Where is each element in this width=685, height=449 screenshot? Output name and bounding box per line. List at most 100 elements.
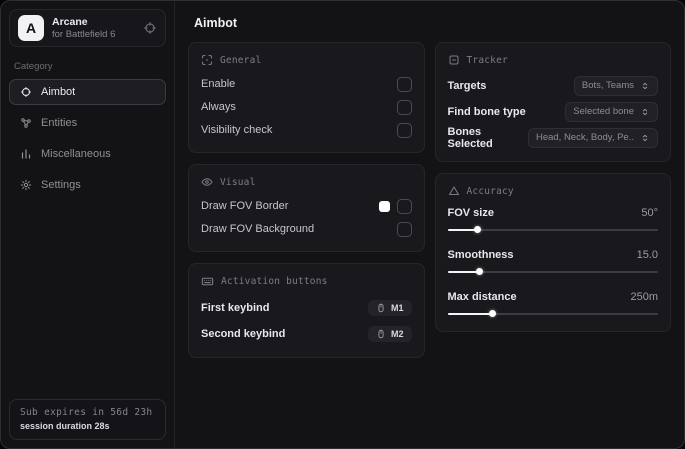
setting-label: Max distance: [447, 291, 517, 303]
app-subtitle: for Battlefield 6: [52, 28, 116, 40]
sidebar: A Arcane for Battlefield 6 Category Aimb…: [1, 1, 175, 448]
fov-size-setting: FOV size 50°: [447, 204, 658, 234]
sidebar-item-miscellaneous[interactable]: Miscellaneous: [9, 141, 166, 167]
enable-checkbox[interactable]: [396, 76, 412, 92]
second-keybind-button[interactable]: M2: [367, 325, 412, 342]
sidebar-item-label: Aimbot: [41, 86, 76, 98]
card-title: General: [220, 54, 262, 66]
mouse-icon: [376, 303, 386, 313]
main-content: Aimbot General Enable Always Visibility …: [175, 1, 684, 448]
smoothness-setting: Smoothness 15.0: [447, 246, 658, 276]
setting-row: Visibility check: [201, 119, 412, 141]
slider-thumb[interactable]: [476, 268, 484, 275]
category-label: Category: [14, 61, 53, 72]
select-value: Bots, Teams: [581, 80, 634, 91]
smoothness-slider[interactable]: [447, 267, 658, 276]
sidebar-nav: Aimbot Entities Miscellaneous Settings: [9, 79, 166, 198]
fov-size-slider[interactable]: [447, 225, 658, 234]
setting-label: Draw FOV Background: [201, 223, 315, 235]
setting-label: Smoothness: [447, 249, 514, 261]
draw-fov-background-checkbox[interactable]: [396, 221, 412, 237]
setting-row: Draw FOV Border: [201, 195, 412, 217]
setting-label: Bones Selected: [447, 125, 493, 150]
slider-fill: [447, 312, 492, 315]
app-window: A Arcane for Battlefield 6 Category Aimb…: [0, 0, 685, 449]
sidebar-item-settings[interactable]: Settings: [9, 172, 166, 198]
app-meta: Arcane for Battlefield 6: [52, 16, 135, 41]
card-title: Accuracy: [466, 185, 514, 197]
setting-label: Visibility check: [201, 124, 273, 136]
crosshair-icon[interactable]: [143, 21, 157, 35]
visual-card-header: Visual: [201, 176, 412, 188]
card-title: Activation buttons: [221, 276, 328, 287]
slider-thumb[interactable]: [473, 226, 481, 233]
tracker-card: Tracker Targets Bots, Teams Find bone ty…: [434, 42, 671, 162]
card-title: Visual: [220, 176, 256, 188]
setting-value: 15.0: [636, 249, 658, 261]
setting-row: Second keybind M2: [201, 321, 412, 346]
gear-icon: [20, 179, 32, 191]
bones-selected-select[interactable]: Head, Neck, Body, Pe..: [527, 127, 658, 148]
always-checkbox[interactable]: [396, 99, 412, 115]
visibility-check-checkbox[interactable]: [396, 122, 412, 138]
setting-row: Always: [201, 96, 412, 118]
select-value: Selected bone: [573, 106, 634, 117]
slider-fill: [447, 228, 477, 231]
setting-label: Draw FOV Border: [201, 200, 289, 212]
bars-icon: [20, 148, 32, 160]
tracker-card-header: Tracker: [448, 54, 659, 66]
activation-card-header: Activation buttons: [201, 275, 412, 288]
crosshair-icon: [20, 86, 32, 98]
sidebar-item-aimbot[interactable]: Aimbot: [9, 79, 166, 105]
setting-row: First keybind M1: [201, 295, 412, 320]
find-bone-type-select[interactable]: Selected bone: [565, 101, 658, 122]
keybind-value: M2: [390, 328, 404, 339]
setting-value: 50°: [641, 207, 658, 219]
fov-border-color-swatch[interactable]: [378, 200, 390, 212]
select-value: Head, Neck, Body, Pe..: [535, 132, 634, 143]
sub-expiry-text: Sub expires in 56d 23h: [20, 407, 153, 418]
chevrons-up-down-icon: [640, 81, 650, 91]
visual-card: Visual Draw FOV Border Draw FOV Backgrou…: [188, 164, 425, 252]
app-name: Arcane: [52, 15, 88, 28]
targets-select[interactable]: Bots, Teams: [573, 75, 658, 96]
sidebar-item-entities[interactable]: Entities: [9, 110, 166, 136]
general-card-header: General: [201, 54, 412, 66]
setting-row: Bones Selected Head, Neck, Body, Pe..: [447, 125, 658, 150]
app-logo-letter: A: [25, 20, 37, 36]
eye-icon: [201, 176, 213, 188]
accuracy-card: Accuracy FOV size 50° Smoothness 15.0 Ma…: [434, 173, 671, 332]
sidebar-item-label: Entities: [41, 117, 78, 129]
entities-icon: [20, 117, 32, 129]
keybind-value: M1: [390, 302, 404, 313]
setting-row: Draw FOV Background: [201, 218, 412, 240]
draw-fov-border-checkbox[interactable]: [396, 198, 412, 214]
sidebar-item-label: Miscellaneous: [41, 148, 111, 160]
focus-icon: [201, 54, 213, 66]
app-logo: A: [18, 15, 44, 41]
max-distance-setting: Max distance 250m: [447, 288, 658, 318]
subscription-status: Sub expires in 56d 23h session duration …: [9, 399, 166, 440]
app-header: A Arcane for Battlefield 6: [9, 9, 166, 47]
mouse-icon: [376, 329, 386, 339]
setting-row: Enable: [201, 73, 412, 95]
card-title: Tracker: [466, 54, 508, 66]
page-title: Aimbot: [194, 16, 238, 30]
max-distance-slider[interactable]: [447, 309, 658, 318]
keyboard-icon: [201, 275, 214, 288]
slider-thumb[interactable]: [488, 310, 496, 317]
general-card: General Enable Always Visibility check: [188, 42, 425, 153]
first-keybind-button[interactable]: M1: [367, 299, 412, 316]
triangle-icon: [448, 185, 460, 197]
activation-buttons-card: Activation buttons First keybind M1 Seco…: [188, 263, 425, 358]
accuracy-card-header: Accuracy: [448, 185, 659, 197]
slider-fill: [447, 270, 480, 273]
chevrons-up-down-icon: [640, 107, 650, 117]
setting-label: Find bone type: [447, 105, 526, 118]
square-minus-icon: [448, 54, 460, 66]
setting-label: Always: [201, 101, 236, 113]
right-column: Tracker Targets Bots, Teams Find bone ty…: [434, 42, 671, 343]
sidebar-item-label: Settings: [41, 179, 81, 191]
setting-row: Targets Bots, Teams: [448, 73, 658, 98]
